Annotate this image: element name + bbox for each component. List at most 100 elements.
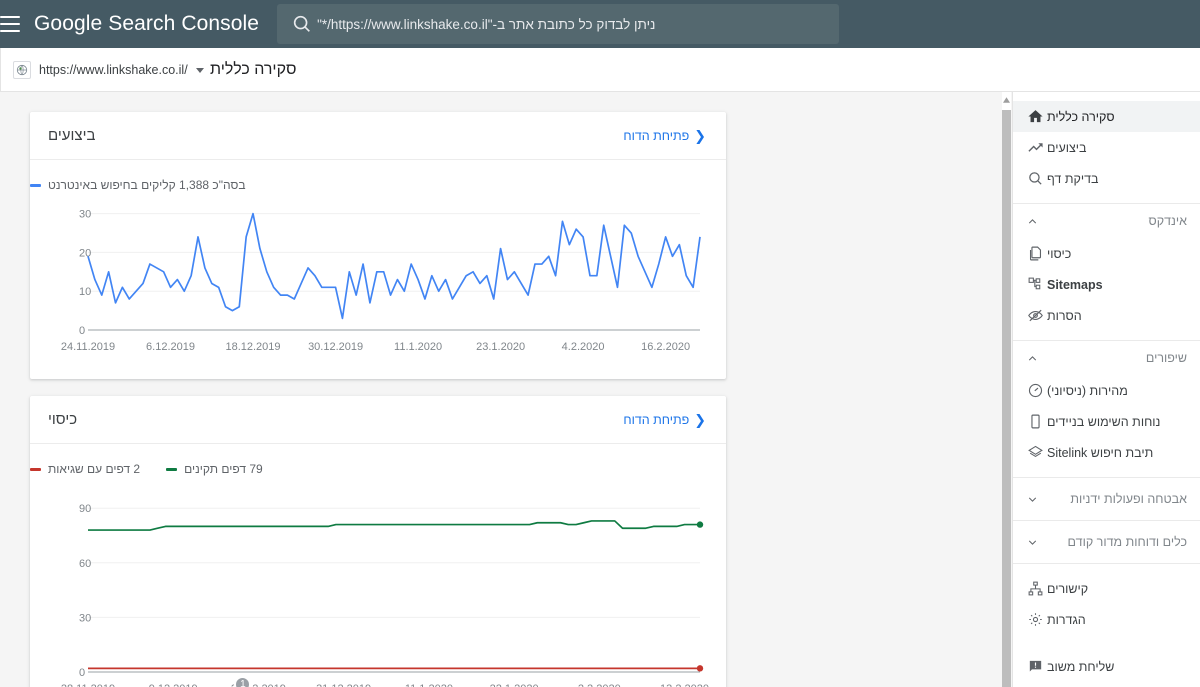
legend-item-errors[interactable]: 2 דפים עם שגיאות bbox=[30, 462, 140, 476]
legend-item-clicks[interactable]: בסה"כ 1,388 קליקים בחיפוש באינטרנט bbox=[30, 178, 246, 192]
svg-text:11.1.2020: 11.1.2020 bbox=[405, 683, 453, 687]
chevron-down-icon[interactable] bbox=[1025, 535, 1039, 549]
svg-text:13.2.2020: 13.2.2020 bbox=[660, 683, 709, 687]
nav-group-header-index[interactable]: אינדקס bbox=[1013, 204, 1200, 238]
chevron-up-icon[interactable] bbox=[1025, 214, 1039, 228]
search-input[interactable]: ניתן לבדוק כל כתובת אתר ב-"https://www.l… bbox=[277, 4, 840, 44]
sidebar-item-sitemaps[interactable]: Sitemaps bbox=[1013, 269, 1200, 300]
svg-text:2.2.2020: 2.2.2020 bbox=[578, 683, 621, 687]
legend-item-valid[interactable]: 79 דפים תקינים bbox=[166, 462, 263, 476]
search-icon bbox=[291, 13, 313, 35]
nav-group-legacy: כלים ודוחות מדור קודם bbox=[1013, 521, 1200, 564]
sidebar-item-label: שליחת משוב bbox=[1047, 659, 1115, 674]
gear-icon bbox=[1025, 610, 1045, 630]
nav-group-links-settings: קישורים הגדרות שליחת משוב לגבי הגרסה החד… bbox=[1013, 564, 1200, 687]
scrollbar-thumb[interactable] bbox=[1002, 110, 1011, 687]
sidebar-nav[interactable]: סקירה כללית ביצועים בדיקת דף אינדקס כיסו… bbox=[1012, 92, 1200, 687]
open-report-label: פתיחת הדוח bbox=[623, 412, 690, 427]
svg-text:28.11.2019: 28.11.2019 bbox=[61, 683, 115, 687]
svg-text:30: 30 bbox=[79, 612, 91, 624]
sidebar-item-label: כיסוי bbox=[1047, 246, 1072, 261]
svg-text:9.12.2019: 9.12.2019 bbox=[149, 683, 198, 687]
scroll-up-arrow[interactable] bbox=[1002, 93, 1011, 107]
main-content: ביצועים פתיחת הדוח ❮ בסה"כ 1,388 קליקים … bbox=[0, 92, 1002, 687]
sidebar-item-mobile-usability[interactable]: נוחות השימוש בניידים bbox=[1013, 406, 1200, 437]
speedometer-icon bbox=[1025, 381, 1045, 401]
nav-group-title: אינדקס bbox=[1148, 214, 1187, 228]
svg-text:30: 30 bbox=[79, 209, 91, 221]
chevron-up-icon[interactable] bbox=[1025, 351, 1039, 365]
eye-off-icon bbox=[1025, 306, 1045, 326]
sidebar-item-label: נוחות השימוש בניידים bbox=[1047, 414, 1161, 429]
svg-text:31.12.2019: 31.12.2019 bbox=[316, 683, 371, 687]
svg-text:23.1.2020: 23.1.2020 bbox=[476, 341, 525, 353]
chevron-down-icon[interactable] bbox=[1025, 492, 1039, 506]
legend-label: 2 דפים עם שגיאות bbox=[48, 462, 141, 476]
chevron-left-icon: ❮ bbox=[694, 127, 706, 143]
home-icon bbox=[1025, 107, 1045, 127]
svg-text:60: 60 bbox=[79, 558, 91, 570]
sidebar-item-label: הגדרות bbox=[1047, 612, 1086, 627]
globe-icon bbox=[13, 61, 31, 79]
sidebar-item-performance[interactable]: ביצועים bbox=[1013, 132, 1200, 163]
svg-text:6.12.2019: 6.12.2019 bbox=[146, 341, 195, 353]
legend-swatch bbox=[30, 183, 41, 187]
nav-group-primary: סקירה כללית ביצועים בדיקת דף bbox=[1013, 92, 1200, 204]
sidebar-item-label: מהירות (ניסיוני) bbox=[1047, 383, 1128, 398]
nav-group-index: אינדקס כיסוי Sitemaps הסרות bbox=[1013, 204, 1200, 341]
chevron-left-icon: ❮ bbox=[694, 411, 706, 427]
svg-text:10: 10 bbox=[79, 286, 91, 298]
sidebar-item-sitelinks-searchbox[interactable]: תיבת חיפוש Sitelink bbox=[1013, 437, 1200, 468]
svg-text:30.12.2019: 30.12.2019 bbox=[308, 341, 363, 353]
property-selector[interactable]: https://www.linkshake.co.il/ bbox=[0, 48, 204, 92]
sidebar-item-about-new-version[interactable]: לגבי הגרסה החדשה bbox=[1013, 682, 1200, 687]
search-placeholder-text: ניתן לבדוק כל כתובת אתר ב-"https://www.l… bbox=[317, 16, 656, 32]
sidebar-item-label: Sitemaps bbox=[1047, 277, 1103, 292]
sidebar-item-settings[interactable]: הגדרות bbox=[1013, 604, 1200, 635]
sidebar-item-removals[interactable]: הסרות bbox=[1013, 300, 1200, 331]
nav-group-header-enhancements[interactable]: שיפורים bbox=[1013, 341, 1200, 375]
chevron-down-icon[interactable] bbox=[195, 67, 204, 73]
nav-group-enhancements: שיפורים מהירות (ניסיוני) נוחות השימוש בנ… bbox=[1013, 341, 1200, 478]
app-title: Google Search Console bbox=[34, 12, 260, 35]
sidebar-item-feedback[interactable]: שליחת משוב bbox=[1013, 651, 1200, 682]
sidebar-item-links[interactable]: קישורים bbox=[1013, 573, 1200, 604]
nav-group-header-security[interactable]: אבטחה ופעולות ידניות bbox=[1013, 478, 1200, 520]
search-icon bbox=[1025, 169, 1045, 189]
open-report-link[interactable]: פתיחת הדוח ❮ bbox=[623, 411, 706, 427]
chart-legend: בסה"כ 1,388 קליקים בחיפוש באינטרנט bbox=[30, 160, 726, 192]
brand-area: Google Search Console bbox=[0, 0, 277, 48]
sidebar-item-url-inspection[interactable]: בדיקת דף bbox=[1013, 163, 1200, 194]
nav-group-title: שיפורים bbox=[1145, 351, 1187, 365]
card-title: ביצועים bbox=[48, 127, 96, 144]
sidebar-item-label: תיבת חיפוש Sitelink bbox=[1047, 445, 1154, 460]
sidebar-item-speed[interactable]: מהירות (ניסיוני) bbox=[1013, 375, 1200, 406]
open-report-link[interactable]: פתיחת הדוח ❮ bbox=[623, 127, 706, 143]
nav-group-title: אבטחה ופעולות ידניות bbox=[1070, 492, 1187, 506]
main-scrollbar[interactable] bbox=[1002, 92, 1011, 687]
legend-swatch bbox=[30, 467, 41, 471]
coverage-chart[interactable]: 030609028.11.20199.12.201920.12.201931.1… bbox=[30, 476, 726, 687]
top-app-bar: Google Search Console ניתן לבדוק כל כתוב… bbox=[0, 0, 1200, 48]
card-header: ביצועים פתיחת הדוח ❮ bbox=[30, 112, 726, 160]
sidebar-item-label: קישורים bbox=[1047, 581, 1089, 596]
svg-text:22.1.2020: 22.1.2020 bbox=[490, 683, 539, 687]
hamburger-icon[interactable] bbox=[0, 16, 20, 32]
feedback-icon bbox=[1025, 657, 1045, 677]
legend-label: בסה"כ 1,388 קליקים בחיפוש באינטרנט bbox=[48, 178, 246, 192]
svg-text:18.12.2019: 18.12.2019 bbox=[225, 341, 280, 353]
links-icon bbox=[1025, 579, 1045, 599]
sidebar-item-coverage[interactable]: כיסוי bbox=[1013, 238, 1200, 269]
nav-group-security: אבטחה ופעולות ידניות bbox=[1013, 478, 1200, 521]
sidebar-item-overview[interactable]: סקירה כללית bbox=[1013, 101, 1200, 132]
performance-chart[interactable]: 0 10 20 30 24.11.2019 6.12.2019 18.12.2019 30.1… bbox=[30, 192, 726, 364]
nav-group-title: כלים ודוחות מדור קודם bbox=[1067, 535, 1187, 549]
nav-group-header-legacy[interactable]: כלים ודוחות מדור קודם bbox=[1013, 521, 1200, 563]
property-bar: https://www.linkshake.co.il/ סקירה כללית bbox=[0, 48, 1200, 92]
svg-text:11.1.2020: 11.1.2020 bbox=[394, 341, 442, 353]
